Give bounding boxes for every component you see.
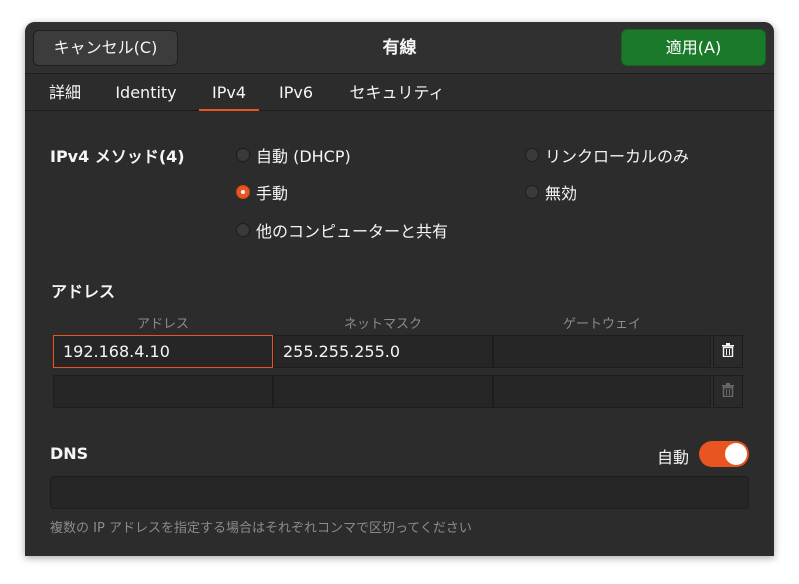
netmask-field[interactable]: 255.255.255.0 [273, 335, 493, 368]
radio-auto-dhcp[interactable]: 自動 (DHCP) [236, 143, 351, 167]
addresses-label: アドレス [51, 282, 116, 301]
radio-indicator [236, 148, 250, 162]
apply-button[interactable]: 適用(A) [621, 29, 766, 66]
radio-label: 自動 (DHCP) [256, 147, 351, 166]
trash-icon [722, 382, 734, 401]
dns-auto-switch[interactable] [699, 441, 749, 467]
column-header-address: アドレス [136, 317, 189, 332]
connection-settings-dialog: 有線 キャンセル(C) 適用(A) 詳細 Identity IPv4 IPv6 … [25, 22, 774, 556]
dns-label: DNS [50, 444, 89, 463]
dns-servers-field[interactable] [50, 476, 749, 509]
header-bar: 有線 キャンセル(C) 適用(A) [25, 22, 774, 74]
column-header-gateway: ゲートウェイ [562, 317, 641, 332]
dns-auto-label: 自動 [657, 448, 690, 467]
tab-security[interactable]: セキュリティ [337, 74, 457, 111]
radio-link-local-only[interactable]: リンクローカルのみ [525, 143, 689, 167]
cancel-button[interactable]: キャンセル(C) [33, 30, 178, 66]
tab-bar: 詳細 Identity IPv4 IPv6 セキュリティ [25, 74, 774, 111]
radio-label: 他のコンピューターと共有 [256, 222, 449, 241]
delete-row-button [713, 375, 743, 408]
radio-indicator [236, 223, 250, 237]
delete-row-button[interactable] [713, 335, 743, 368]
radio-label: リンクローカルのみ [545, 147, 690, 166]
switch-knob [725, 443, 747, 465]
trash-icon [722, 342, 734, 361]
address-field[interactable]: 192.168.4.10 [53, 335, 273, 368]
radio-shared[interactable]: 他のコンピューターと共有 [236, 218, 448, 242]
gateway-field[interactable] [493, 375, 711, 408]
radio-disabled[interactable]: 無効 [525, 180, 577, 204]
netmask-field[interactable] [273, 375, 493, 408]
ipv4-method-label: IPv4 メソッド(4) [50, 147, 185, 166]
radio-label: 無効 [545, 184, 578, 203]
radio-label: 手動 [256, 184, 289, 203]
tab-identity[interactable]: Identity [105, 74, 187, 111]
radio-manual[interactable]: 手動 [236, 180, 288, 204]
radio-indicator [525, 185, 539, 199]
tab-details[interactable]: 詳細 [37, 74, 93, 111]
dns-hint-text: 複数の IP アドレスを指定する場合はそれぞれコンマで区切ってください [50, 521, 472, 536]
ipv4-settings-panel: IPv4 メソッド(4) 自動 (DHCP) リンクローカルのみ 手動 無効 他… [25, 111, 774, 556]
column-header-netmask: ネットマスク [343, 317, 422, 332]
gateway-field[interactable] [493, 335, 711, 368]
tab-ipv6[interactable]: IPv6 [268, 74, 324, 111]
tab-ipv4[interactable]: IPv4 [199, 74, 259, 111]
radio-indicator-checked [236, 185, 250, 199]
radio-indicator [525, 148, 539, 162]
address-field[interactable] [53, 375, 273, 408]
